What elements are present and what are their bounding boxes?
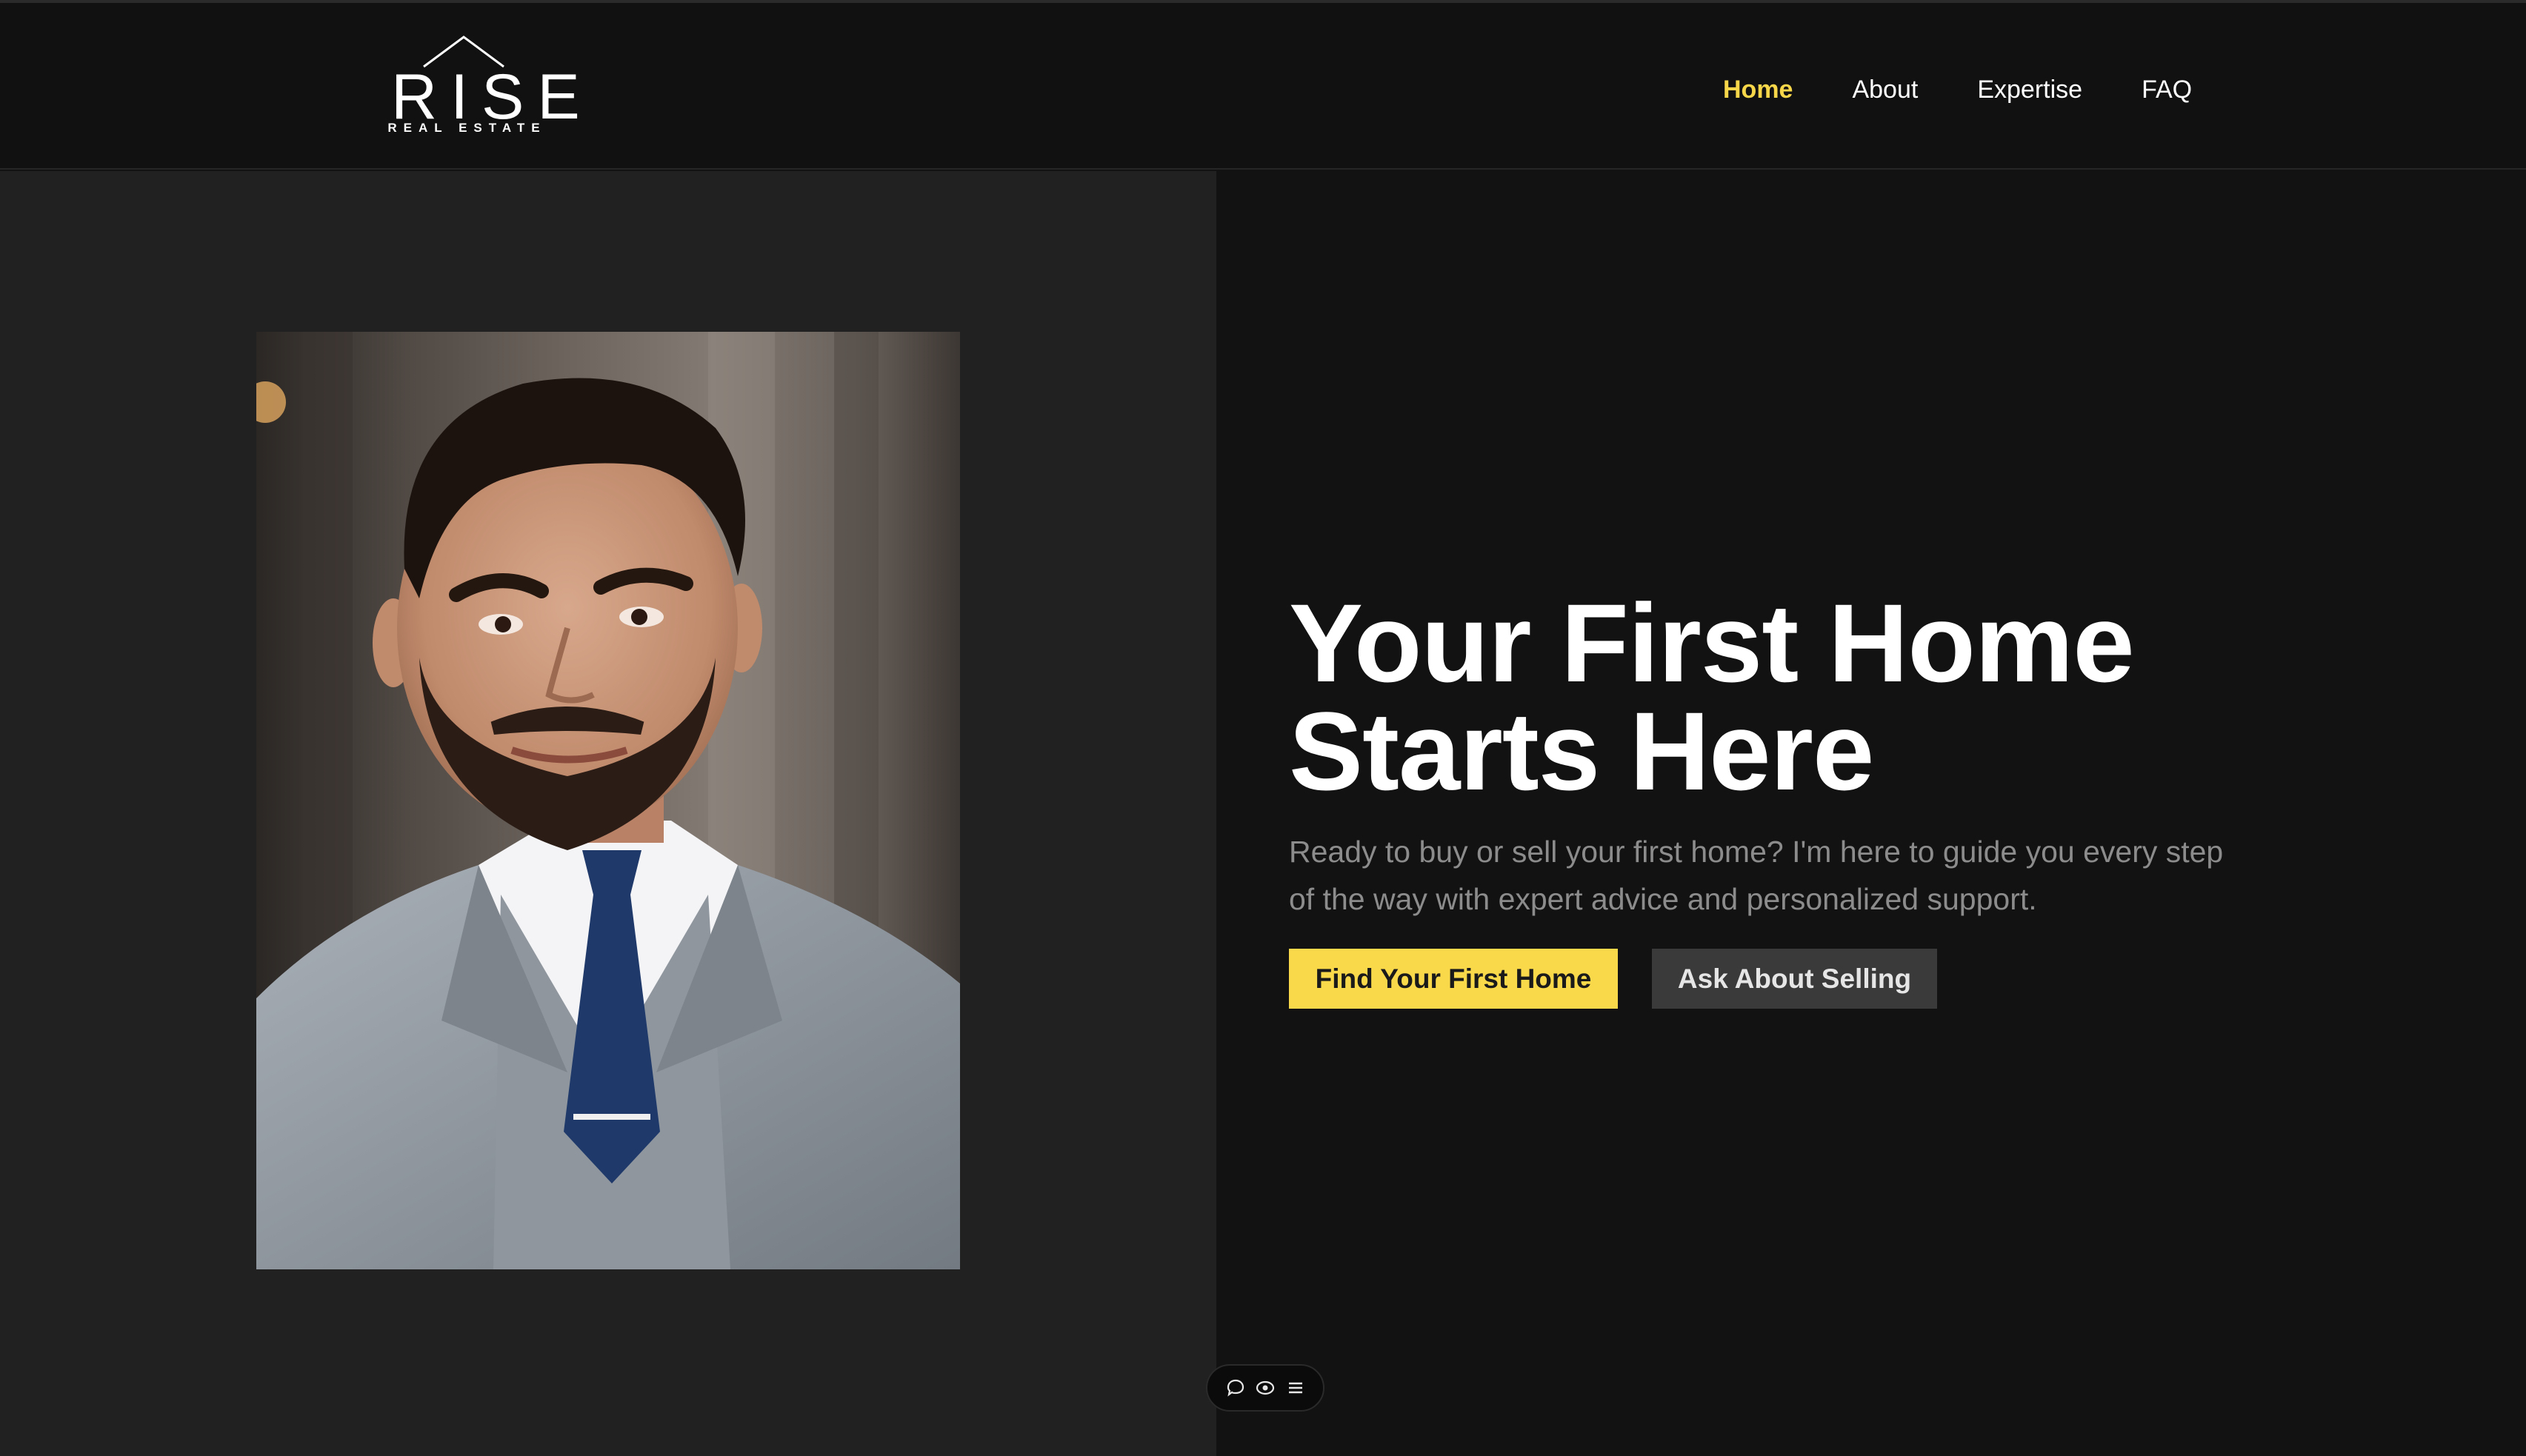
main-nav: Home About Expertise FAQ: [1723, 71, 2192, 108]
find-first-home-button[interactable]: Find Your First Home: [1289, 949, 1618, 1009]
eye-icon[interactable]: [1254, 1377, 1276, 1399]
agent-portrait-image: [256, 332, 960, 1269]
hero-subtitle: Ready to buy or sell your first home? I'…: [1289, 835, 2224, 916]
agent-portrait-illustration: [256, 332, 960, 1269]
hero-title-line-2: Starts Here: [1289, 689, 1874, 813]
nav-faq[interactable]: FAQ: [2142, 77, 2192, 102]
floating-toolbar: [1206, 1364, 1324, 1412]
rise-logo[interactable]: RISE REAL ESTATE: [378, 34, 593, 141]
comment-icon[interactable]: [1224, 1377, 1247, 1399]
nav-about[interactable]: About: [1852, 77, 1918, 102]
site-header: RISE REAL ESTATE Home About Expertise FA…: [0, 3, 2526, 170]
hero-text-panel: [1216, 171, 2526, 1456]
logo-wordmark: RISE: [391, 61, 593, 133]
ask-about-selling-button[interactable]: Ask About Selling: [1652, 949, 1937, 1009]
nav-home[interactable]: Home: [1723, 77, 1793, 102]
hero-title-line-1: Your First Home: [1289, 581, 2135, 705]
hero-title: Your First Home Starts Here: [1289, 587, 2437, 807]
menu-icon[interactable]: [1284, 1377, 1307, 1399]
nav-expertise[interactable]: Expertise: [1977, 77, 2082, 102]
logo-tagline: REAL ESTATE: [387, 121, 547, 135]
